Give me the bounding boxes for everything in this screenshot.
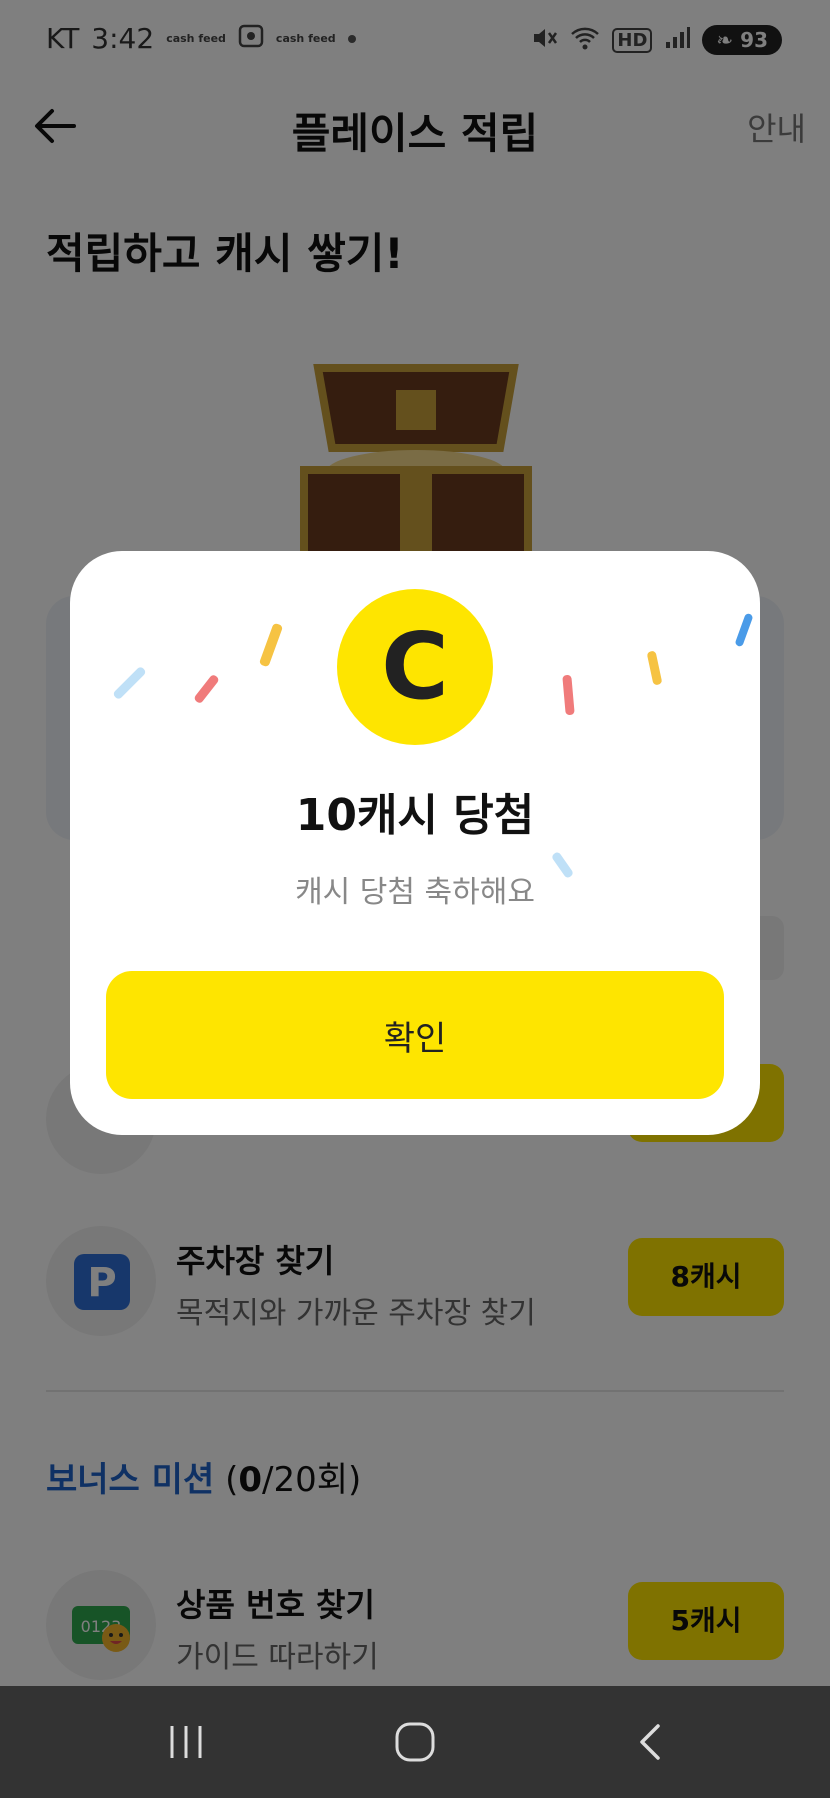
modal-subtitle: 캐시 당첨 축하해요 bbox=[295, 875, 535, 910]
back-nav-icon[interactable] bbox=[550, 1686, 750, 1798]
coin-letter: C bbox=[381, 613, 449, 720]
cash-coin-icon: C bbox=[337, 589, 493, 745]
modal-title: 10캐시 당첨 bbox=[295, 790, 535, 841]
home-icon[interactable] bbox=[315, 1686, 515, 1798]
confetti-icon bbox=[258, 622, 284, 668]
confetti-icon bbox=[112, 665, 147, 701]
confetti-icon bbox=[734, 612, 754, 648]
reward-modal: C 10캐시 당첨 캐시 당첨 축하해요 확인 bbox=[70, 551, 760, 1135]
system-navigation-bar bbox=[0, 1686, 830, 1798]
confetti-icon bbox=[562, 674, 575, 716]
confetti-icon bbox=[193, 673, 220, 705]
confetti-icon bbox=[646, 650, 663, 686]
recent-apps-icon[interactable] bbox=[86, 1686, 286, 1798]
confirm-button[interactable]: 확인 bbox=[106, 971, 724, 1099]
